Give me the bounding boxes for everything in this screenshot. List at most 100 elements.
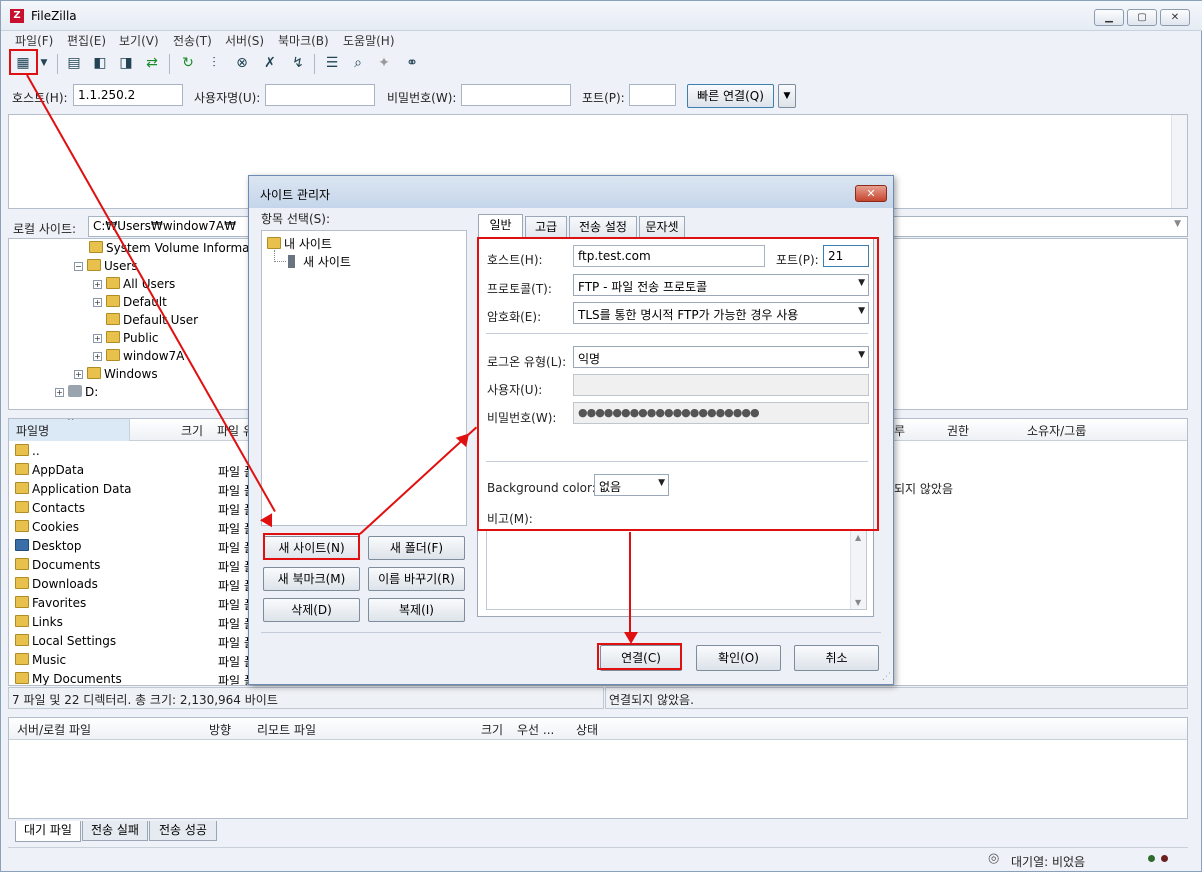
file-type-cell: 파일 폴 [218,484,255,498]
tree-item-default-user[interactable]: +Default User [93,313,198,327]
menu-help[interactable]: 도움말(H) [343,32,395,49]
new-bookmark-button[interactable]: 새 북마크(M) [263,567,360,591]
comment-scrollbar[interactable]: ▲ ▼ [850,531,866,609]
tree-item-public[interactable]: + Public [93,331,159,345]
filezilla-app-icon: Z [10,9,24,23]
queue-col-size[interactable]: 크기 [481,721,503,738]
filter-icon[interactable]: ☰ [321,52,343,74]
local-status-text: 7 파일 및 22 디렉터리. 총 크기: 2,130,964 바이트 [12,693,278,707]
refresh-icon[interactable]: ↻ [177,52,199,74]
process-queue-icon[interactable]: ⫶ [203,52,225,74]
toolbar-separator [314,54,315,74]
port-input[interactable] [629,84,676,106]
menu-view[interactable]: 보기(V) [119,32,159,49]
log-scrollbar[interactable] [1171,115,1187,208]
password-input[interactable] [461,84,571,106]
toolbar: ▦ ▼ ▤ ◧ ◨ ⇄ ↻ ⫶ ⊗ ✗ ↯ ☰ ⌕ ✦ ⚭ [1,49,1202,79]
tab-charset[interactable]: 문자셋 [639,216,685,238]
scroll-up-icon[interactable]: ▲ [855,533,861,542]
delete-button[interactable]: 삭제(D) [263,598,360,622]
menu-server[interactable]: 서버(S) [225,32,264,49]
minimize-button[interactable]: ▁ [1094,9,1124,26]
transfer-queue-icon[interactable]: ⇄ [141,52,163,74]
tab-general[interactable]: 일반 [478,214,523,238]
tree-item-users[interactable]: − Users [74,259,138,273]
server-icon [288,255,295,268]
queue-col-server-local[interactable]: 서버/로컬 파일 [17,721,91,738]
remote-tree-icon[interactable]: ◨ [115,52,137,74]
queue-col-priority[interactable]: 우선 ... [517,721,554,738]
tab-transfer-settings[interactable]: 전송 설정 [569,216,637,238]
file-type-column: 파일 폴 파일 폴 파일 폴 파일 폴 파일 폴 파일 폴 파일 폴 파일 폴 … [218,463,255,685]
quickconnect-dropdown-icon[interactable]: ▼ [778,84,796,108]
tree-item-all-users[interactable]: + All Users [93,277,175,291]
select-entry-label: 항목 선택(S): [261,212,330,226]
tab-advanced[interactable]: 고급 [525,216,567,238]
queue-status-icon: ◎ [988,851,1000,866]
username-input[interactable] [265,84,375,106]
quickconnect-bar: 호스트(H): 1.1.250.2 사용자명(U): 비밀번호(W): 포트(P… [1,81,1202,111]
owner-column-header[interactable]: 소유자/그룹 [1027,422,1086,439]
remote-path-dropdown-icon[interactable]: ▼ [1174,219,1181,229]
file-type-cell: 파일 폴 [218,541,255,555]
quickconnect-button[interactable]: 빠른 연결(Q) [687,84,774,108]
compare-icon[interactable]: ⌕ [347,52,369,74]
maximize-button[interactable]: ▢ [1127,9,1157,26]
site-tree: 내 사이트 새 사이트 [261,230,467,526]
dialog-title: 사이트 관리자 [260,188,331,202]
duplicate-button[interactable]: 복제(I) [368,598,465,622]
search-icon[interactable]: ⚭ [401,52,423,74]
site-manager-dropdown-icon[interactable]: ▼ [37,52,51,74]
queue-col-status[interactable]: 상태 [576,721,598,738]
menu-transfer[interactable]: 전송(T) [173,32,212,49]
rename-button[interactable]: 이름 바꾸기(R) [368,567,465,591]
tree-my-sites[interactable]: 내 사이트 [267,235,332,252]
annotation-arrow-line [629,532,631,638]
dialog-close-icon[interactable]: ✕ [855,185,887,202]
comment-textarea[interactable]: ▲ ▼ [486,530,867,610]
upload-indicator-icon [1148,855,1155,862]
queue-col-direction[interactable]: 방향 [209,721,231,738]
close-button[interactable]: ✕ [1160,9,1190,26]
transfer-queue: 서버/로컬 파일 방향 리모트 파일 크기 우선 ... 상태 [8,717,1188,819]
tab-queued-files[interactable]: 대기 파일 [15,821,81,842]
annotation-highlight-site-manager [9,49,38,75]
window-title: FileZilla [31,9,77,23]
sort-arrow-icon: ^ [67,418,75,427]
tree-item-window7a[interactable]: + window7A [93,349,184,363]
tree-item-drive-d[interactable]: + D: [55,385,98,399]
sync-browse-icon[interactable]: ✦ [373,52,395,74]
tree-item-windows[interactable]: + Windows [74,367,158,381]
bottom-status-bar: ◎ 대기열: 비었음 [8,847,1188,869]
dialog-cancel-button[interactable]: 취소 [794,645,879,671]
menu-edit[interactable]: 편집(E) [67,32,106,49]
size-column-header[interactable]: 크기 [181,422,203,439]
tree-item-system-volume[interactable]: System Volume Informati [89,241,258,255]
queue-col-remote-file[interactable]: 리모트 파일 [257,721,316,738]
annotation-highlight-new-site [263,533,360,560]
ok-button[interactable]: 확인(O) [696,645,781,671]
remote-truncated-column-header[interactable]: 루 [894,422,905,439]
local-status-bar: 7 파일 및 22 디렉터리. 총 크기: 2,130,964 바이트 [8,687,604,709]
menu-bar: 파일(F) 편집(E) 보기(V) 전송(T) 서버(S) 북마크(B) 도움말… [1,31,1202,49]
file-type-cell: 파일 폴 [218,503,255,517]
reconnect-icon[interactable]: ↯ [287,52,309,74]
host-input[interactable]: 1.1.250.2 [73,84,183,106]
queue-header: 서버/로컬 파일 방향 리모트 파일 크기 우선 ... 상태 [9,718,1187,740]
file-type-cell: 파일 폴 [218,655,255,669]
resize-grip-icon[interactable]: ⋰ [882,672,891,682]
menu-file[interactable]: 파일(F) [15,32,53,49]
file-type-cell: 파일 폴 [218,560,255,574]
disconnect-icon[interactable]: ✗ [259,52,281,74]
cancel-operation-icon[interactable]: ⊗ [231,52,253,74]
message-log-icon[interactable]: ▤ [63,52,85,74]
tab-successful-transfers[interactable]: 전송 성공 [149,821,217,841]
local-tree-icon[interactable]: ◧ [89,52,111,74]
permissions-column-header[interactable]: 권한 [947,422,969,439]
tab-failed-transfers[interactable]: 전송 실패 [82,821,148,841]
scroll-down-icon[interactable]: ▼ [855,598,861,607]
tree-new-site[interactable]: 새 사이트 [288,253,351,270]
new-folder-button[interactable]: 새 폴더(F) [368,536,465,560]
menu-bookmarks[interactable]: 북마크(B) [278,32,329,49]
username-label: 사용자명(U): [194,91,261,105]
